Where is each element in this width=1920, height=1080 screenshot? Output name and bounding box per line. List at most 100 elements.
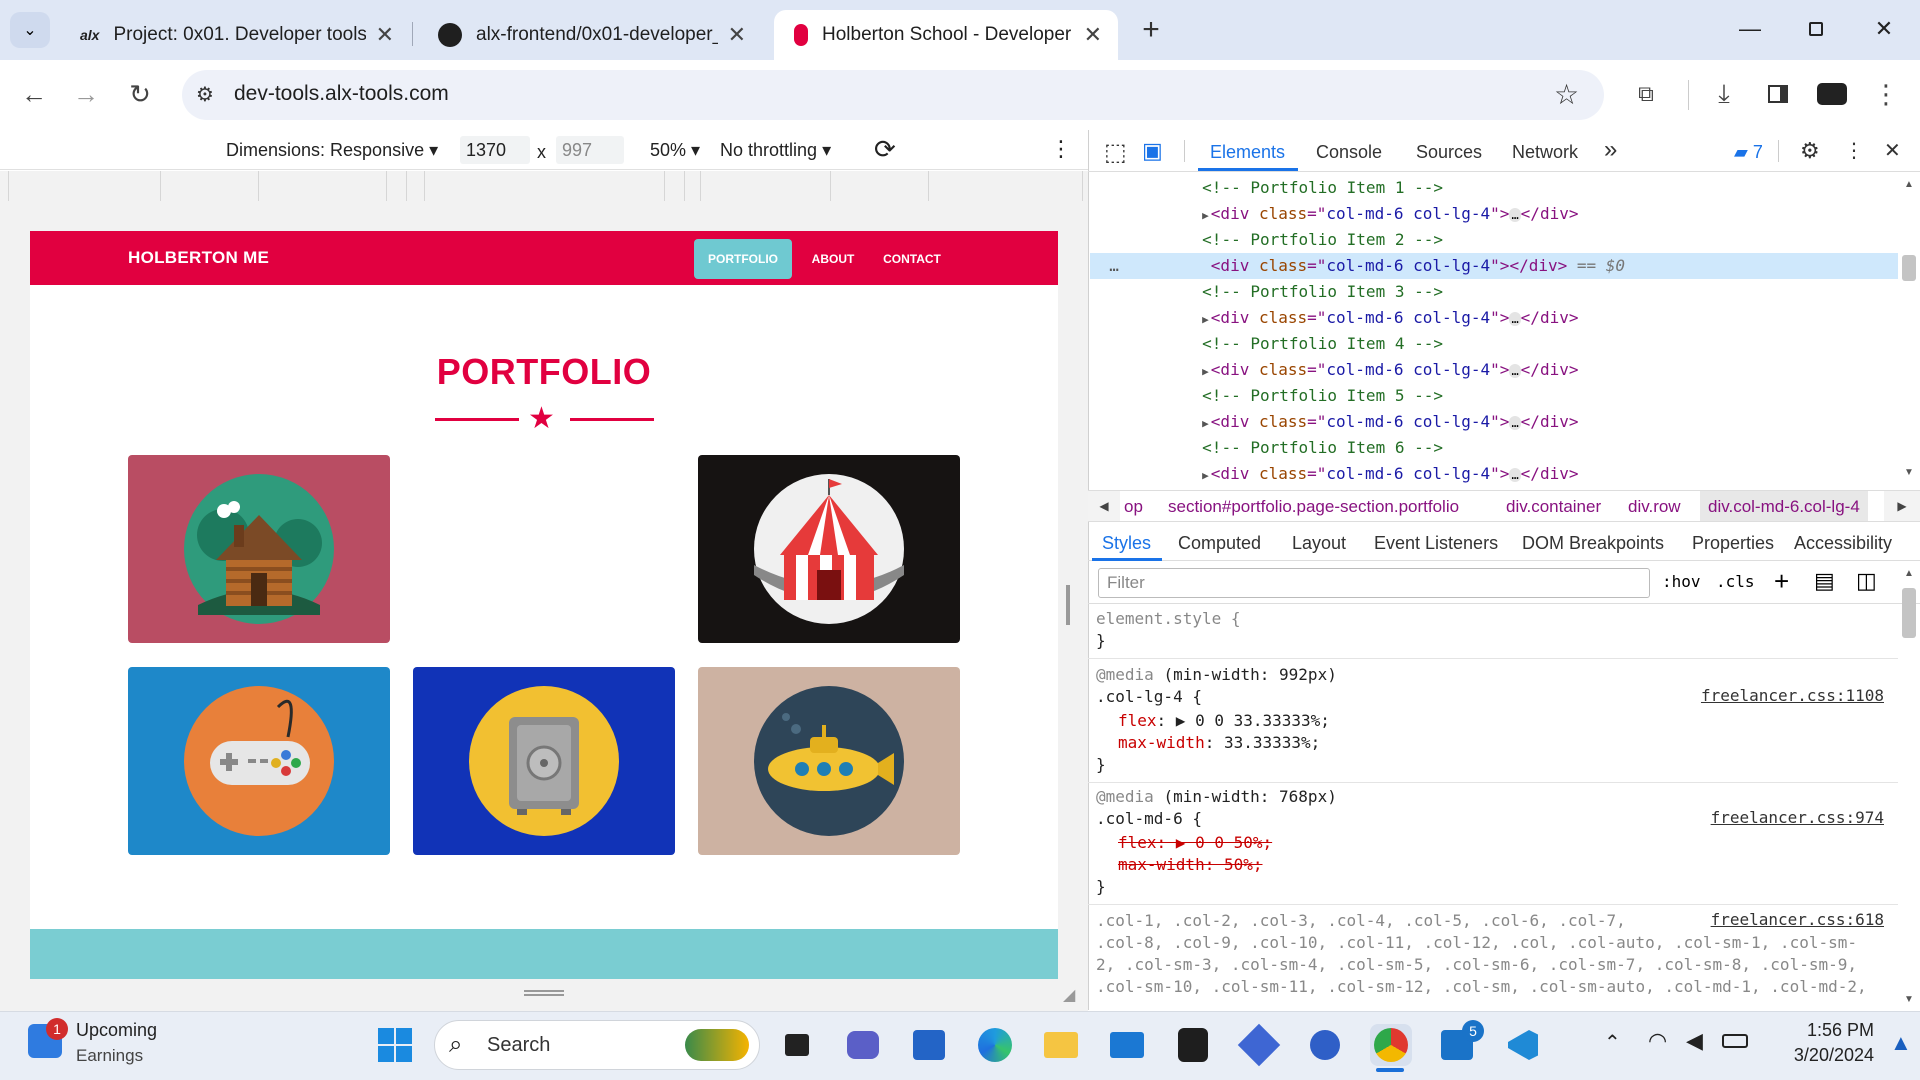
dom-comment-node[interactable]: <!-- Portfolio Item 1 --> [1090, 175, 1898, 201]
teams-button[interactable] [842, 1024, 884, 1066]
expand-arrow-icon[interactable]: ▶ [1202, 417, 1209, 430]
hov-toggle[interactable]: :hov [1662, 572, 1701, 591]
dom-element-node[interactable]: ▶ <div class="col-md-6 col-lg-4">… </div> [1090, 305, 1898, 331]
chevron-up-icon[interactable]: ⌃ [1604, 1030, 1621, 1055]
paint-brush-icon[interactable]: ▤ [1814, 568, 1835, 594]
tab-accessibility[interactable]: Accessibility [1794, 533, 1892, 554]
forward-button[interactable]: → [66, 74, 106, 114]
breadcrumb-item[interactable]: div.row [1628, 497, 1681, 517]
portfolio-item-circus[interactable] [698, 455, 960, 643]
side-panel-button[interactable] [1758, 74, 1798, 114]
overridden-css-property[interactable]: max-width: 50%; [1118, 854, 1263, 876]
cls-toggle[interactable]: .cls [1716, 572, 1755, 591]
kebab-menu-icon[interactable]: ⋮ [1050, 136, 1072, 162]
tab-holberton[interactable]: Holberton School - Developer t ✕ [774, 10, 1118, 60]
volume-icon[interactable]: ◀ [1686, 1028, 1703, 1054]
close-window-button[interactable]: ✕ [1854, 8, 1914, 50]
issues-button[interactable]: ▰ 7 [1734, 142, 1763, 163]
collapsed-content-icon[interactable]: … [1509, 208, 1521, 222]
css-property[interactable]: flex: ▶ 0 0 33.33333%; [1118, 710, 1330, 732]
file-explorer-button[interactable] [1040, 1024, 1082, 1066]
expand-arrow-icon[interactable]: ▶ [1202, 469, 1209, 482]
tab-sources[interactable]: Sources [1416, 142, 1482, 163]
tree-scrollbar[interactable]: ▲ ▼ [1898, 175, 1920, 485]
close-icon[interactable]: ✕ [1084, 22, 1102, 48]
minimize-button[interactable]: — [1720, 8, 1780, 50]
dom-comment-node[interactable]: <!-- Portfolio Item 6 --> [1090, 435, 1898, 461]
media-query-ruler[interactable] [0, 171, 1088, 201]
dom-comment-node[interactable]: <!-- Portfolio Item 5 --> [1090, 383, 1898, 409]
corner-resize-icon[interactable]: ◢ [1063, 985, 1075, 1005]
rule-selector-line[interactable]: .col-8, .col-9, .col-10, .col-11, .col-1… [1096, 932, 1857, 954]
mail-button[interactable] [1106, 1024, 1148, 1066]
nav-contact[interactable]: CONTACT [872, 239, 952, 279]
address-bar[interactable]: ⚙ dev-tools.alx-tools.com ☆ [182, 70, 1604, 120]
tab-event-listeners[interactable]: Event Listeners [1374, 533, 1498, 554]
vscode-button[interactable] [1502, 1024, 1544, 1066]
breadcrumb-scroll-right[interactable]: ▶ [1884, 491, 1920, 521]
device-toggle-icon[interactable]: ▣ [1142, 138, 1163, 164]
tab-network[interactable]: Network [1512, 142, 1578, 163]
height-input[interactable]: 997 [556, 136, 624, 164]
portfolio-item-safe[interactable] [413, 667, 675, 855]
tab-elements[interactable]: Elements [1210, 142, 1285, 163]
kebab-menu-icon[interactable]: ⋮ [1844, 138, 1864, 163]
add-rule-icon[interactable]: + [1774, 566, 1789, 597]
back-button[interactable]: ← [14, 74, 54, 114]
downloads-button[interactable]: ⤓ [1704, 74, 1744, 114]
collapsed-content-icon[interactable]: … [1509, 468, 1521, 482]
element-style-selector[interactable]: element.style { [1096, 608, 1241, 630]
site-info-icon[interactable]: ⚙ [196, 82, 214, 107]
rotate-icon[interactable]: ⟳ [874, 134, 896, 165]
bottom-resize-handle[interactable] [524, 990, 564, 998]
task-view-button[interactable] [776, 1024, 818, 1066]
more-tabs-button[interactable]: » [1604, 136, 1617, 164]
close-icon[interactable]: ✕ [1884, 138, 1901, 163]
overridden-css-property[interactable]: flex: ▶ 0 0 50%; [1118, 832, 1272, 854]
clock-time[interactable]: 1:56 PM [1774, 1020, 1874, 1041]
rule-selector[interactable]: .col-md-6 { [1096, 808, 1202, 830]
dom-element-node[interactable]: ▶ <div class="col-md-6 col-lg-4">… </div> [1090, 357, 1898, 383]
dom-comment-node[interactable]: <!-- Portfolio Item 4 --> [1090, 331, 1898, 357]
tab-dom-breakpoints[interactable]: DOM Breakpoints [1522, 533, 1664, 554]
tab-console[interactable]: Console [1316, 142, 1382, 163]
tab-layout[interactable]: Layout [1292, 533, 1346, 554]
portfolio-item-submarine[interactable] [698, 667, 960, 855]
collapsed-content-icon[interactable]: … [1509, 364, 1521, 378]
rule-source-link[interactable]: freelancer.css:1108 [1701, 686, 1884, 705]
collapsed-content-icon[interactable]: … [1509, 416, 1521, 430]
dom-comment-node[interactable]: <!-- Portfolio Item 2 --> [1090, 227, 1898, 253]
dom-element-node[interactable]: ▶ <div class="col-md-6 col-lg-4">… </div> [1090, 461, 1898, 485]
css-property[interactable]: max-width: 33.33333%; [1118, 732, 1320, 754]
tab-search-button[interactable]: ⌄ [10, 12, 50, 48]
inspect-element-icon[interactable]: ⬚ [1104, 138, 1127, 167]
widget-title[interactable]: Upcoming [76, 1020, 157, 1041]
edge-button[interactable] [974, 1024, 1016, 1066]
menu-button[interactable]: ⋮ [1866, 74, 1906, 114]
app-button[interactable] [1237, 1023, 1281, 1067]
rule-selector-line[interactable]: 2, .col-sm-3, .col-sm-4, .col-sm-5, .col… [1096, 954, 1857, 976]
wifi-icon[interactable]: ◠ [1648, 1028, 1667, 1054]
gear-icon[interactable]: ⚙ [1800, 138, 1820, 164]
dom-comment-node[interactable]: <!-- Portfolio Item 3 --> [1090, 279, 1898, 305]
expand-arrow-icon[interactable]: ▶ [1202, 313, 1209, 326]
breadcrumb-item[interactable]: section#portfolio.page-section.portfolio [1168, 497, 1459, 517]
figma-button[interactable] [1172, 1024, 1214, 1066]
nav-about[interactable]: ABOUT [802, 239, 864, 279]
new-tab-button[interactable]: + [1136, 10, 1166, 50]
close-icon[interactable]: ✕ [728, 22, 746, 48]
chrome-button[interactable] [1370, 1024, 1412, 1066]
portfolio-item-game[interactable] [128, 667, 390, 855]
start-button[interactable] [374, 1024, 416, 1066]
bookmark-star-icon[interactable]: ☆ [1554, 78, 1579, 111]
rule-source-link[interactable]: freelancer.css:974 [1711, 808, 1884, 827]
store-button[interactable] [908, 1024, 950, 1066]
close-icon[interactable]: ✕ [376, 22, 394, 48]
dom-element-node[interactable]: ▶ <div class="col-md-6 col-lg-4">… </div> [1090, 201, 1898, 227]
dimensions-select[interactable]: Dimensions: Responsive ▾ [226, 140, 438, 161]
rule-selector[interactable]: .col-lg-4 { [1096, 686, 1202, 708]
tab-github[interactable]: alx-frontend/0x01-developer_tc ✕ [418, 10, 762, 60]
site-brand[interactable]: HOLBERTON ME [128, 248, 269, 268]
viewport-resize-handle[interactable] [1066, 585, 1074, 625]
restore-button[interactable] [1786, 8, 1846, 50]
